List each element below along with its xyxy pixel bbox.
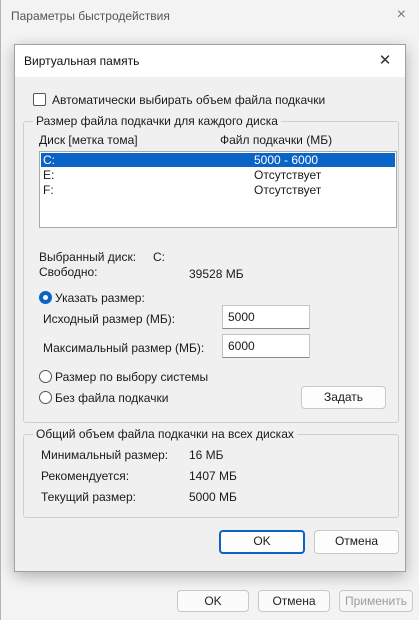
auto-manage-label[interactable]: Автоматически выбирать объем файла подка… — [52, 93, 325, 107]
parent-cancel-button[interactable]: Отмена — [258, 590, 330, 612]
ok-button[interactable]: OK — [219, 530, 305, 554]
no-paging-file-radio[interactable] — [39, 391, 52, 404]
parent-ok-button[interactable]: OK — [177, 590, 249, 612]
current-size-value: 5000 МБ — [189, 490, 237, 504]
size-column-header: Файл подкачки (МБ) — [220, 133, 333, 147]
drive-column-header: Диск [метка тома] — [39, 133, 138, 147]
dialog-close-icon[interactable]: ✕ — [373, 49, 397, 73]
drive-row-c[interactable]: C: 5000 - 6000 — [41, 153, 395, 167]
virtual-memory-dialog: Виртуальная память ✕ Автоматически выбир… — [14, 44, 406, 572]
dialog-titlebar: Виртуальная память ✕ — [15, 45, 405, 77]
free-space-value: 39528 МБ — [189, 267, 244, 281]
initial-size-label: Исходный размер (МБ): — [43, 312, 176, 326]
drive-row-e[interactable]: E: Отсутствует — [41, 168, 395, 182]
max-size-label: Максимальный размер (МБ): — [43, 341, 205, 355]
total-paging-legend: Общий объем файла подкачки на всех диска… — [33, 427, 297, 441]
min-size-value: 16 МБ — [189, 448, 224, 462]
system-managed-radio[interactable] — [39, 370, 52, 383]
free-space-label: Свободно: — [39, 265, 98, 279]
parent-apply-button: Применить — [339, 590, 413, 612]
custom-size-label[interactable]: Указать размер: — [55, 291, 145, 305]
drive-letter: E: — [43, 168, 55, 182]
selected-drive-value: C: — [153, 250, 165, 264]
drive-letter: F: — [43, 183, 54, 197]
cancel-button[interactable]: Отмена — [314, 530, 399, 554]
no-paging-file-label[interactable]: Без файла подкачки — [55, 391, 168, 405]
auto-manage-checkbox[interactable] — [33, 93, 46, 106]
drive-paging-size: Отсутствует — [254, 183, 322, 197]
max-size-input[interactable]: 6000 — [222, 334, 310, 358]
initial-size-input[interactable]: 5000 — [222, 305, 310, 329]
drive-paging-size: Отсутствует — [254, 168, 322, 182]
drive-letter: C: — [43, 153, 55, 167]
drive-row-f[interactable]: F: Отсутствует — [41, 183, 395, 197]
current-size-label: Текущий размер: — [41, 490, 136, 504]
drive-list[interactable]: C: 5000 - 6000 E: Отсутствует F: Отсутст… — [39, 151, 397, 228]
set-button[interactable]: Задать — [301, 386, 386, 409]
drive-paging-size: 5000 - 6000 — [254, 153, 319, 167]
per-drive-legend: Размер файла подкачки для каждого диска — [33, 114, 281, 128]
custom-size-radio[interactable] — [39, 291, 52, 304]
recommended-size-label: Рекомендуется: — [41, 469, 130, 483]
system-managed-label[interactable]: Размер по выбору системы — [55, 370, 208, 384]
parent-close-icon[interactable]: × — [397, 6, 406, 24]
parent-window-title: Параметры быстродействия — [11, 9, 170, 23]
min-size-label: Минимальный размер: — [41, 448, 169, 462]
dialog-title: Виртуальная память — [24, 54, 140, 68]
parent-titlebar: Параметры быстродействия × — [1, 0, 419, 32]
selected-drive-label: Выбранный диск: — [39, 250, 137, 264]
recommended-size-value: 1407 МБ — [189, 469, 237, 483]
